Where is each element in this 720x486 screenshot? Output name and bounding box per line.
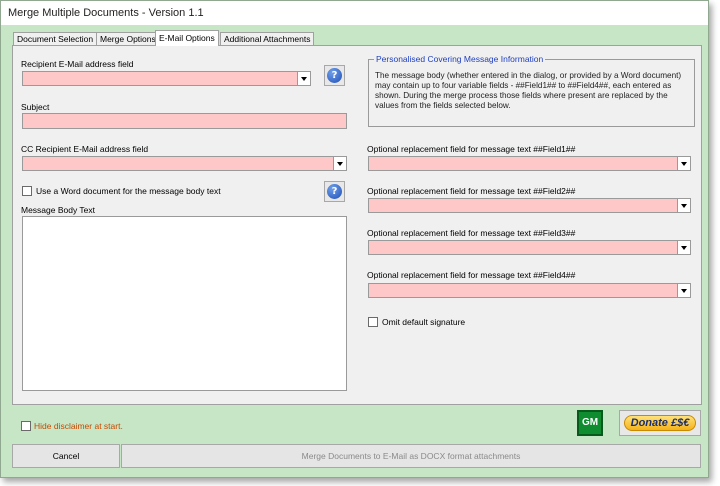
chevron-down-icon[interactable]	[297, 72, 310, 85]
app-window: Merge Multiple Documents - Version 1.1 D…	[0, 0, 709, 478]
field2-label: Optional replacement field for message t…	[367, 186, 576, 196]
field3-label: Optional replacement field for message t…	[367, 228, 576, 238]
help-icon: ?	[327, 68, 342, 83]
recipient-combo[interactable]	[22, 71, 311, 86]
message-body-textarea[interactable]	[22, 216, 347, 391]
omit-signature-label: Omit default signature	[382, 317, 466, 327]
recipient-help-button[interactable]: ?	[324, 65, 345, 86]
omit-signature-checkbox[interactable]	[368, 317, 378, 327]
field1-combo[interactable]	[368, 156, 691, 171]
field4-combo[interactable]	[368, 283, 691, 298]
chevron-down-icon[interactable]	[677, 241, 690, 254]
chevron-down-icon[interactable]	[333, 157, 346, 170]
field4-label: Optional replacement field for message t…	[367, 270, 576, 280]
message-body-label: Message Body Text	[21, 205, 96, 215]
window-title: Merge Multiple Documents - Version 1.1	[8, 7, 204, 19]
cancel-button[interactable]: Cancel	[12, 444, 120, 468]
chevron-down-icon[interactable]	[677, 199, 690, 212]
hide-disclaimer-label: Hide disclaimer at start.	[34, 421, 123, 431]
hide-disclaimer-checkbox[interactable]	[21, 421, 31, 431]
cc-recipient-combo[interactable]	[22, 156, 347, 171]
info-group-title: Personalised Covering Message Informatio…	[374, 54, 546, 64]
use-word-doc-checkbox[interactable]	[22, 186, 32, 196]
title-bar: Merge Multiple Documents - Version 1.1	[1, 1, 708, 25]
merge-button[interactable]: Merge Documents to E-Mail as DOCX format…	[121, 444, 701, 468]
use-word-doc-label: Use a Word document for the message body…	[36, 186, 221, 196]
gm-button[interactable]: GM	[577, 410, 603, 436]
email-options-panel: Recipient E-Mail address field ? Subject…	[12, 45, 702, 405]
subject-input[interactable]	[22, 113, 347, 129]
recipient-label: Recipient E-Mail address field	[21, 59, 134, 69]
cc-recipient-label: CC Recipient E-Mail address field	[21, 144, 149, 154]
donate-label: Donate £$€	[624, 415, 696, 431]
info-group: Personalised Covering Message Informatio…	[368, 54, 695, 127]
tab-additional-attachments[interactable]: Additional Attachments	[220, 32, 315, 45]
field1-label: Optional replacement field for message t…	[367, 144, 576, 154]
field2-combo[interactable]	[368, 198, 691, 213]
donate-button[interactable]: Donate £$€	[619, 410, 701, 436]
tab-email-options[interactable]: E-Mail Options	[155, 30, 219, 46]
info-group-text: The message body (whether entered in the…	[375, 71, 682, 110]
chevron-down-icon[interactable]	[677, 284, 690, 297]
chevron-down-icon[interactable]	[677, 157, 690, 170]
field3-combo[interactable]	[368, 240, 691, 255]
tab-merge-options[interactable]: Merge Options	[96, 32, 160, 45]
tab-document-selection[interactable]: Document Selection	[13, 32, 98, 45]
word-doc-help-button[interactable]: ?	[324, 181, 345, 202]
help-icon: ?	[327, 184, 342, 199]
subject-label: Subject	[21, 102, 50, 112]
